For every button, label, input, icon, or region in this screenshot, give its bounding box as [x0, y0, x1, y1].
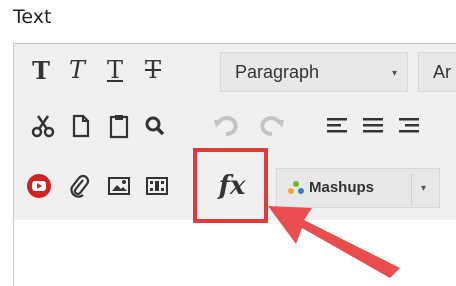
callout-arrow: [268, 206, 400, 278]
